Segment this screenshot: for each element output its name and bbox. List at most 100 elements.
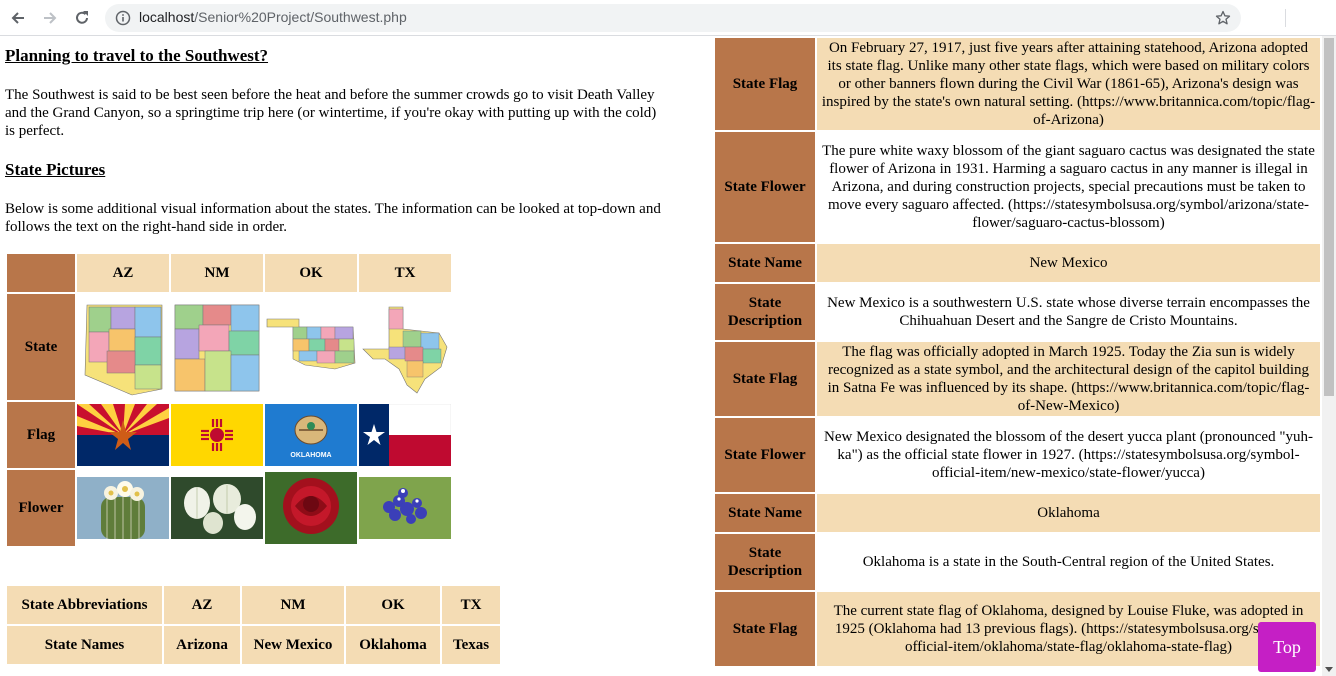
scrollbar-thumb[interactable] [1324,38,1334,396]
page-viewport: Planning to travel to the Southwest? The… [0,36,1336,676]
back-to-top-button[interactable]: Top [1258,622,1316,672]
right-column: State Flag On February 27, 1917, just fi… [713,36,1322,676]
info-label: State Description [715,534,815,590]
info-value: New Mexico designated the blossom of the… [817,418,1320,492]
scroll-down-arrow-icon[interactable] [1325,667,1333,672]
pictures-paragraph: Below is some additional visual informat… [5,201,661,235]
table-row: State [7,294,451,400]
table-corner-cell [7,254,75,292]
state-flag-cell [171,402,263,468]
table-cell: Oklahoma [346,626,440,664]
info-label: State Description [715,284,815,340]
intro-heading: Planning to travel to the Southwest? [5,46,269,65]
info-value: The current state flag of Oklahoma, desi… [817,592,1320,666]
url-path: /Senior%20Project/Southwest.php [194,9,407,25]
info-value: The flag was officially adopted in March… [817,342,1320,416]
info-label: State Flower [715,132,815,242]
table-row: State Flag The flag was officially adopt… [715,342,1320,416]
texas-map-image [359,297,451,397]
browser-toolbar: localhost/Senior%20Project/Southwest.php [0,0,1336,36]
info-label: State Name [715,244,815,282]
table-cell: NM [242,586,344,624]
state-map-cell [171,294,263,400]
info-value: On February 27, 1917, just five years af… [817,38,1320,130]
table-row: State Flower The pure white waxy blossom… [715,132,1320,242]
bluebonnet-image [359,477,451,539]
new-mexico-map-image [171,297,263,397]
info-label: State Flag [715,38,815,130]
intro-paragraph: The Southwest is said to be best seen be… [5,87,657,139]
oklahoma-flag-text: OKLAHOMA [290,452,331,459]
table-row: State Names Arizona New Mexico Oklahoma … [7,626,500,664]
table-row: Flower [7,470,451,546]
column-header: TX [359,254,451,292]
state-map-cell [265,294,357,400]
table-cell: OK [346,586,440,624]
table-row: State Description New Mexico is a southw… [715,284,1320,340]
info-value: New Mexico is a southwestern U.S. state … [817,284,1320,340]
column-header: AZ [77,254,169,292]
info-label: State Name [715,494,815,532]
table-cell: TX [442,586,500,624]
table-cell: Texas [442,626,500,664]
info-label: State Flower [715,418,815,492]
state-map-cell [77,294,169,400]
oklahoma-map-image [265,297,357,397]
table-cell: Arizona [164,626,240,664]
row-header: Flower [7,470,75,546]
state-flag-cell [77,402,169,468]
info-label: State Flag [715,592,815,666]
row-label: State Names [7,626,162,664]
pictures-heading: State Pictures [5,160,106,179]
table-row: State Flag The current state flag of Okl… [715,592,1320,666]
table-row: State Abbreviations AZ NM OK TX [7,586,500,624]
state-flower-cell [359,470,451,546]
address-bar[interactable]: localhost/Senior%20Project/Southwest.php [105,4,1241,32]
column-header: NM [171,254,263,292]
new-mexico-flag-image [171,404,263,466]
table-cell: AZ [164,586,240,624]
toolbar-divider [1285,9,1286,27]
info-icon[interactable] [115,10,131,26]
info-value: New Mexico [817,244,1320,282]
state-info-table: State Flag On February 27, 1917, just fi… [713,36,1322,668]
star-icon[interactable] [1215,10,1231,26]
url-host: localhost [139,9,195,25]
url-text[interactable]: localhost/Senior%20Project/Southwest.php [139,9,407,25]
state-flag-cell: OKLAHOMA [265,402,357,468]
arizona-map-image [77,297,169,397]
info-value: Oklahoma [817,494,1320,532]
forward-arrow-icon[interactable] [38,6,62,30]
table-row: State Name New Mexico [715,244,1320,282]
info-label: State Flag [715,342,815,416]
state-abbreviations-table: State Abbreviations AZ NM OK TX State Na… [5,584,502,666]
row-header: Flag [7,402,75,468]
vertical-scrollbar[interactable] [1322,36,1336,676]
table-row: State Flag On February 27, 1917, just fi… [715,38,1320,130]
oklahoma-rose-image [265,472,357,544]
state-flower-cell [77,470,169,546]
column-header: OK [265,254,357,292]
table-cell: New Mexico [242,626,344,664]
table-row: State Description Oklahoma is a state in… [715,534,1320,590]
yucca-flower-image [171,477,263,539]
info-value: The pure white waxy blossom of the giant… [817,132,1320,242]
table-row: State Name Oklahoma [715,494,1320,532]
table-row: AZ NM OK TX [7,254,451,292]
row-header: State [7,294,75,400]
oklahoma-flag-image: OKLAHOMA [265,404,357,466]
state-flower-cell [171,470,263,546]
state-flag-cell [359,402,451,468]
state-pictures-table: AZ NM OK TX State Flag OKLAHOMA Flower [5,252,453,548]
reload-icon[interactable] [70,6,94,30]
back-arrow-icon[interactable] [6,6,30,30]
table-row: Flag OKLAHOMA [7,402,451,468]
state-map-cell [359,294,451,400]
table-row: State Flower New Mexico designated the b… [715,418,1320,492]
arizona-flag-image [77,404,169,466]
saguaro-blossom-image [77,477,169,539]
state-flower-cell [265,470,357,546]
info-value: Oklahoma is a state in the South-Central… [817,534,1320,590]
row-label: State Abbreviations [7,586,162,624]
texas-flag-image [359,404,451,466]
